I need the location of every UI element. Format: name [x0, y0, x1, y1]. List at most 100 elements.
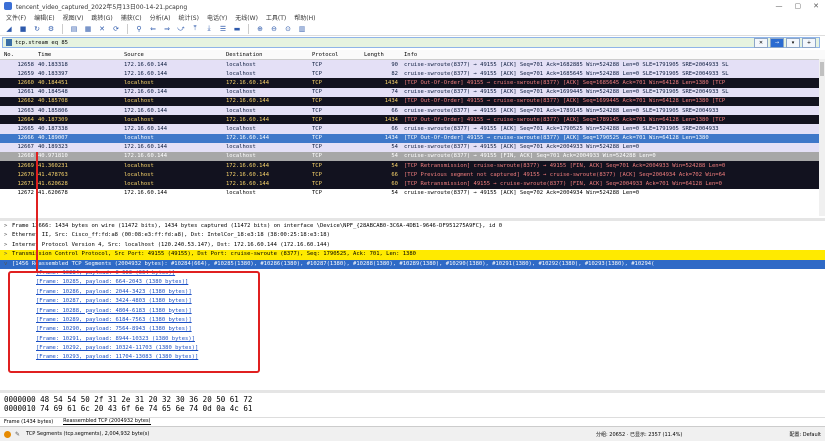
menu-go[interactable]: 跳转(G)	[91, 13, 112, 22]
frame-link[interactable]: [Frame: 10292, payload: 10324-11703 (138…	[4, 345, 198, 351]
detail-tree-item[interactable]: v [1456 Reassembled TCP Segments (2004932…	[0, 259, 825, 269]
tab-frame-bytes[interactable]: Frame (1434 bytes)	[4, 419, 53, 425]
packet-list-scroll-thumb[interactable]	[820, 62, 824, 76]
first-packet-icon[interactable]: ⤒	[190, 24, 200, 34]
last-packet-icon[interactable]: ⤓	[204, 24, 214, 34]
edit-comment-icon[interactable]: ✎	[15, 431, 22, 438]
status-profile[interactable]: 配置: Default	[789, 431, 821, 438]
packet-row[interactable]: 12664 40.187309 localhost 172.16.60.144 TCP 1…	[0, 115, 825, 125]
restart-capture-icon[interactable]: ↻	[32, 24, 42, 34]
bookmark-icon[interactable]	[6, 39, 12, 46]
packet-row[interactable]: 12662 40.185708 localhost 172.16.60.144 TCP 1…	[0, 96, 825, 106]
save-file-icon[interactable]: ▦	[83, 24, 93, 34]
packet-row[interactable]: 12661 40.184548 172.16.60.144 localhost TCP 7…	[0, 87, 825, 97]
packet-list-header: No. Time Source Destination Protocol Len…	[0, 50, 825, 60]
minimize-icon[interactable]: —	[776, 2, 783, 10]
packet-row[interactable]: 12663 40.185806 172.16.60.144 localhost TCP 6…	[0, 105, 825, 116]
menu-tools[interactable]: 工具(T)	[266, 13, 286, 22]
chevron-right-icon[interactable]: >	[4, 250, 12, 259]
frame-link[interactable]: [Frame: 10291, payload: 8944-10323 (1380…	[4, 336, 195, 342]
column-header-source[interactable]: Source	[124, 52, 226, 58]
packet-row[interactable]: 12670 41.478763 localhost 172.16.60.144 TCP 6…	[0, 170, 825, 180]
menu-file[interactable]: 文件(F)	[6, 13, 26, 22]
packet-source: 172.16.60.144	[124, 144, 168, 151]
frame-link[interactable]: [Frame: 10290, payload: 7564-8943 (1380 …	[4, 326, 192, 332]
column-header-info[interactable]: Info	[404, 52, 825, 58]
menu-telephony[interactable]: 电话(Y)	[207, 13, 227, 22]
zoom-in-icon[interactable]: ⊕	[255, 24, 265, 34]
colorize-icon[interactable]: ▬	[232, 24, 242, 34]
bytes-line[interactable]: 0000010 74 69 61 6c 20 43 6f 6e 74 65 6e…	[0, 404, 825, 413]
menu-edit[interactable]: 编辑(E)	[34, 13, 54, 22]
expert-info-icon[interactable]	[4, 430, 11, 438]
packet-row[interactable]: 12658 40.183318 172.16.60.144 localhost TCP 9…	[0, 60, 825, 70]
display-filter-input[interactable]: tcp.stream eq 85	[15, 40, 754, 46]
frame-link[interactable]: [Frame: 10289, payload: 6184-7563 (1380 …	[4, 317, 192, 323]
menu-wireless[interactable]: 无线(W)	[235, 13, 258, 22]
go-to-packet-icon[interactable]: ⤻	[176, 24, 186, 34]
packet-row[interactable]: 12660 40.184451 localhost 172.16.60.144 TCP 1…	[0, 78, 825, 88]
column-header-no[interactable]: No.	[0, 52, 38, 58]
start-capture-icon[interactable]: ◢	[4, 24, 14, 34]
autoscroll-icon[interactable]: ☰	[218, 24, 228, 34]
resize-columns-icon[interactable]: ▥	[297, 24, 307, 34]
packet-row[interactable]: 12668 40.971810 172.16.60.144 localhost TCP 5…	[0, 151, 825, 162]
menu-help[interactable]: 帮助(H)	[294, 13, 315, 22]
close-icon[interactable]: ✕	[813, 2, 819, 10]
detail-tree-label: [1456 Reassembled TCP Segments (2004932 …	[12, 260, 655, 267]
stop-capture-icon[interactable]: ■	[18, 24, 28, 34]
detail-tree-item[interactable]: > Ethernet II, Src: Cisco_ff:fd:a8 (00:08…	[0, 231, 825, 240]
zoom-reset-icon[interactable]: ⊙	[283, 24, 293, 34]
menu-view[interactable]: 视图(V)	[63, 13, 84, 22]
packet-row[interactable]: 12671 41.620628 localhost 172.16.60.144 TCP 6…	[0, 179, 825, 189]
menu-capture[interactable]: 捕获(C)	[121, 13, 142, 22]
chevron-down-icon[interactable]: v	[4, 260, 12, 269]
detail-tree-item[interactable]: > Transmission Control Protocol, Src Port…	[0, 250, 825, 260]
frame-link[interactable]: [Frame: 10287, payload: 3424-4803 (1380 …	[4, 298, 192, 304]
apply-filter-icon[interactable]: →	[770, 37, 784, 48]
reload-icon[interactable]: ⟳	[111, 24, 121, 34]
find-packet-icon[interactable]: ⚲	[134, 24, 144, 34]
menu-analyze[interactable]: 分析(A)	[150, 13, 171, 22]
packet-row[interactable]: 12665 40.187338 172.16.60.144 localhost TCP 6…	[0, 124, 825, 134]
packet-row[interactable]: 12672 41.620678 172.16.60.144 localhost TCP 5…	[0, 188, 825, 198]
frame-link[interactable]: [Frame: 10288, payload: 4804-6183 (1380 …	[4, 308, 192, 314]
column-header-destination[interactable]: Destination	[226, 52, 312, 58]
packet-row[interactable]: 12659 40.183397 172.16.60.144 localhost TCP 8…	[0, 69, 825, 79]
toolbar-divider	[62, 23, 63, 34]
detail-tree-item[interactable]: > Frame 12666: 1434 bytes on wire (11472 …	[0, 222, 825, 231]
chevron-right-icon[interactable]: >	[4, 241, 12, 250]
packet-list-scrollbar[interactable]	[819, 59, 825, 216]
chevron-right-icon[interactable]: >	[4, 231, 12, 240]
packet-source: 172.16.60.144	[124, 153, 168, 160]
go-back-icon[interactable]: ⇐	[148, 24, 158, 34]
column-header-length[interactable]: Length	[364, 52, 404, 58]
frame-link[interactable]: [Frame: 10285, payload: 664-2043 (1380 b…	[4, 279, 188, 285]
column-header-time[interactable]: Time	[38, 52, 124, 58]
menu-statistics[interactable]: 统计(S)	[178, 13, 199, 22]
capture-options-icon[interactable]: ⚙	[46, 24, 56, 34]
maximize-icon[interactable]: ▢	[795, 2, 802, 10]
tab-reassembled-tcp[interactable]: Reassembled TCP (2004932 bytes)	[63, 418, 151, 425]
packet-row[interactable]: 12667 40.189323 172.16.60.144 localhost TCP 5…	[0, 142, 825, 152]
pane-splitter[interactable]	[0, 390, 825, 393]
filter-dropdown-icon[interactable]: ▾	[786, 37, 800, 48]
zoom-out-icon[interactable]: ⊖	[269, 24, 279, 34]
frame-link[interactable]: [Frame: 10286, payload: 2044-3423 (1380 …	[4, 289, 192, 295]
detail-tree-item[interactable]: > Internet Protocol Version 4, Src: local…	[0, 241, 825, 250]
frame-link[interactable]: [Frame: 10284, payload: 0-663 (664 bytes…	[4, 270, 175, 276]
packet-row[interactable]: 12666 40.189007 localhost 172.16.60.144 TCP 1…	[0, 133, 825, 143]
open-file-icon[interactable]: ▤	[69, 24, 79, 34]
packet-time: 40.185806	[38, 107, 68, 114]
add-filter-button-icon[interactable]: +	[802, 37, 816, 48]
clear-filter-icon[interactable]: ✕	[754, 37, 768, 48]
close-file-icon[interactable]: ✕	[97, 24, 107, 34]
bytes-line[interactable]: 0000000 48 54 54 50 2f 31 2e 31 20 32 30…	[0, 395, 825, 404]
packet-row[interactable]: 12669 41.360231 localhost 172.16.60.144 TCP 5…	[0, 161, 825, 171]
pane-splitter[interactable]	[0, 218, 825, 221]
frame-link[interactable]: [Frame: 10293, payload: 11704-13083 (138…	[4, 354, 198, 360]
chevron-right-icon[interactable]: >	[4, 222, 12, 231]
column-header-protocol[interactable]: Protocol	[312, 52, 364, 58]
packet-source: 172.16.60.144	[124, 125, 168, 132]
go-forward-icon[interactable]: ⇒	[162, 24, 172, 34]
